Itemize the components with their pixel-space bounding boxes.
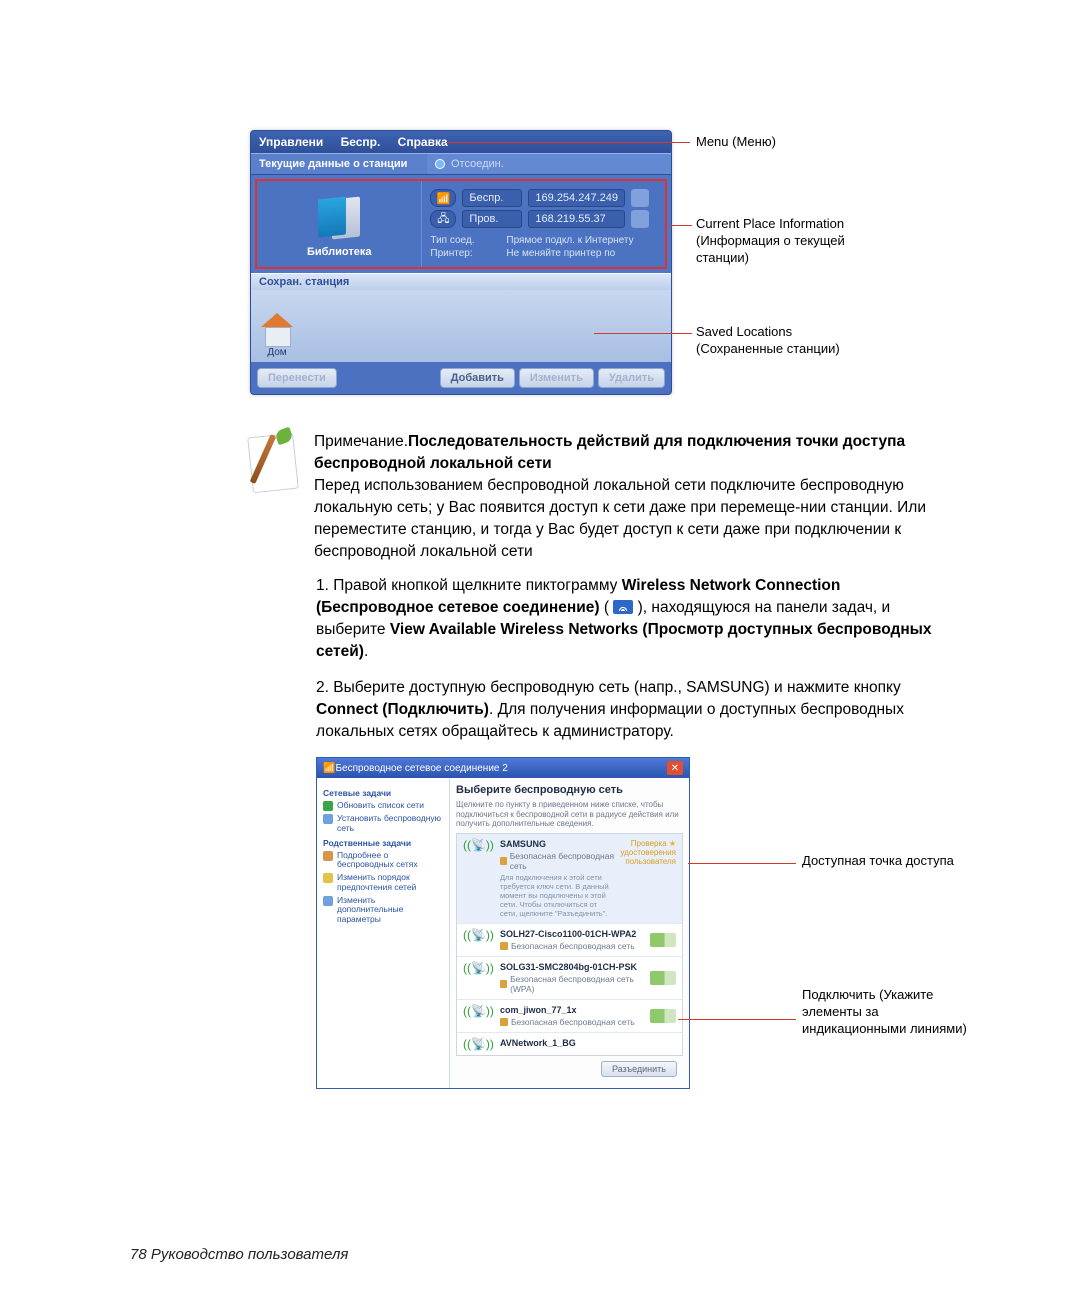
close-icon[interactable]: ✕ (667, 761, 683, 775)
gear-icon (323, 896, 333, 906)
status-right: Отсоедин. (427, 154, 512, 174)
info-icon (323, 851, 333, 861)
signal-bars-icon (650, 933, 676, 947)
network-item[interactable]: ((📡)) SOLH27-Cisco1100-01CH-WPA2Безопасн… (457, 924, 682, 957)
saved-item-label: Дом (267, 347, 286, 358)
edit-button[interactable]: Изменить (519, 368, 594, 388)
side-item-order[interactable]: Изменить порядок предпочтения сетей (323, 873, 443, 893)
page-footer: 78 Руководство пользователя (130, 1246, 348, 1263)
wireless-tray-icon (613, 600, 633, 614)
move-button[interactable]: Перенести (257, 368, 337, 388)
wired-ip: 168.219.55.37 (528, 210, 625, 228)
callout-current-place: Current Place Information (Информация о … (696, 216, 866, 267)
status-dot-icon (435, 159, 445, 169)
star-icon (323, 873, 333, 883)
signal-icon: ((📡)) (463, 1038, 494, 1050)
wired-status-icon: 🖧 (430, 210, 456, 228)
steps-text: 1. Правой кнопкой щелкните пиктограмму W… (316, 575, 950, 743)
callout-connect: Подключить (Укажите элементы за индикаци… (802, 987, 982, 1038)
refresh-icon (323, 801, 333, 811)
button-row: Перенести Добавить Изменить Удалить (251, 362, 671, 394)
leader-line (678, 1019, 796, 1020)
leader-line (594, 333, 692, 334)
wireless-main-panel: Выберите беспроводную сеть Щелкните по п… (450, 778, 689, 1088)
side-item-setup[interactable]: Установить беспроводную сеть (323, 814, 443, 834)
home-icon[interactable] (259, 311, 295, 347)
lock-icon (500, 942, 508, 950)
lock-icon (500, 857, 507, 865)
menu-help[interactable]: Справка (398, 135, 448, 149)
network-item[interactable]: ((📡)) SAMSUNG Безопасная беспроводная се… (457, 834, 682, 924)
delete-button[interactable]: Удалить (598, 368, 665, 388)
callout-menu: Menu (Меню) (696, 134, 776, 151)
figure-location-manager: Menu (Меню) Current Place Information (И… (250, 130, 890, 395)
wireless-action-icon[interactable] (631, 189, 649, 207)
connect-button[interactable]: Разъединить (601, 1061, 677, 1077)
side-item-advanced[interactable]: Изменить дополнительные параметры (323, 896, 443, 925)
callout-available-ap: Доступная точка доступа (802, 853, 962, 870)
signal-bars-icon (650, 971, 676, 985)
note-icon (250, 431, 296, 491)
library-label: Библиотека (307, 246, 372, 258)
conn-type-value: Прямое подкл. к Интернету (506, 235, 657, 246)
wireless-side-panel: Сетевые задачи Обновить список сети Уста… (317, 778, 450, 1088)
saved-area[interactable]: Дом (251, 290, 671, 362)
lock-icon (500, 1018, 508, 1026)
network-item[interactable]: ((📡)) com_jiwon_77_1xБезопасная беспрово… (457, 1000, 682, 1033)
note-text: Примечание.Последовательность действий д… (314, 431, 950, 563)
network-badge: Проверка ★ удостоверения пользователя (620, 839, 676, 866)
status-bar: Текущие данные о станции Отсоедин. (251, 153, 671, 175)
network-item[interactable]: ((📡)) SOLG31-SMC2804bg-01CH-PSKБезопасна… (457, 957, 682, 1000)
add-button[interactable]: Добавить (440, 368, 515, 388)
leader-line (688, 863, 796, 864)
conn-type-label: Тип соед. (430, 235, 500, 246)
network-list[interactable]: ((📡)) SAMSUNG Безопасная беспроводная се… (456, 833, 683, 1056)
wireless-ip: 169.254.247.249 (528, 189, 625, 207)
wireless-desc: Щелкните по пункту в приведенном ниже сп… (456, 800, 683, 829)
network-item[interactable]: ((📡)) AVNetwork_1_BG (457, 1033, 682, 1055)
wireless-heading: Выберите беспроводную сеть (456, 784, 683, 796)
figure-wireless-dialog: Доступная точка доступа Подключить (Укаж… (316, 757, 876, 1089)
library-icon (312, 190, 366, 240)
side-group-2: Родственные задачи (323, 838, 443, 848)
wireless-label: Беспр. (462, 189, 522, 207)
side-group-1: Сетевые задачи (323, 788, 443, 798)
menu-manage[interactable]: Управлени (259, 135, 323, 149)
wireless-dialog-titlebar[interactable]: 📶 Беспроводное сетевое соединение 2 ✕ (317, 758, 689, 778)
note-block: Примечание.Последовательность действий д… (250, 431, 950, 563)
signal-icon: ((📡)) (463, 929, 494, 941)
leader-line (670, 225, 692, 226)
status-left: Текущие данные о станции (251, 154, 427, 174)
side-item-refresh[interactable]: Обновить список сети (323, 801, 443, 811)
location-manager-window: Управлени Беспр. Справка Текущие данные … (250, 130, 672, 395)
callout-saved: Saved Locations (Сохраненные станции) (696, 324, 866, 358)
signal-icon: ((📡)) (463, 839, 494, 851)
saved-header: Сохран. станция (251, 273, 671, 290)
lock-icon (500, 980, 507, 988)
side-item-learn[interactable]: Подробнее о беспроводных сетях (323, 851, 443, 871)
current-place-panel: Библиотека 📶 Беспр. 169.254.247.249 🖧 Пр… (255, 179, 667, 269)
signal-icon: ((📡)) (463, 962, 494, 974)
wired-label: Пров. (462, 210, 522, 228)
setup-icon (323, 814, 333, 824)
printer-label: Принтер: (430, 248, 500, 259)
leader-line (446, 142, 690, 143)
wireless-dialog-window: 📶 Беспроводное сетевое соединение 2 ✕ Се… (316, 757, 690, 1089)
printer-value: Не меняйте принтер по (506, 248, 657, 259)
signal-icon: ((📡)) (463, 1005, 494, 1017)
menu-wireless[interactable]: Беспр. (341, 135, 381, 149)
signal-bars-icon (650, 1009, 676, 1023)
wired-action-icon[interactable] (631, 210, 649, 228)
wireless-status-icon: 📶 (430, 189, 456, 207)
